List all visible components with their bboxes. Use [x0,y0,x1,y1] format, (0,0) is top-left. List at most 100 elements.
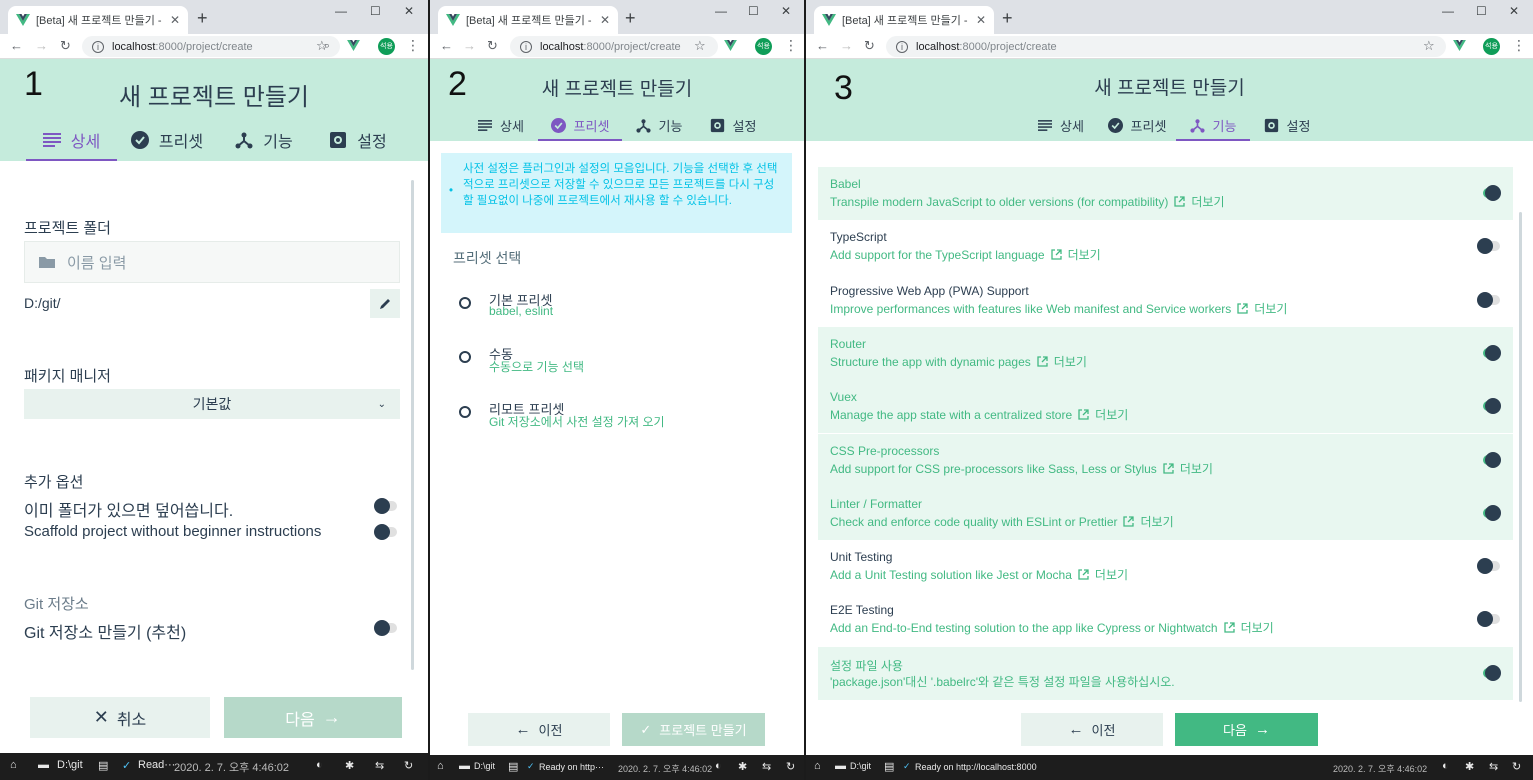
vue-devtools-icon[interactable] [1453,40,1466,51]
feature-row[interactable]: 설정 파일 사용'package.json'대신 '.babelrc'와 같은 … [818,646,1513,700]
back-icon[interactable]: ← [816,38,829,53]
menu-kebab-icon[interactable]: ⋮ [1512,37,1526,54]
translate-icon[interactable]: ⇆ [762,760,771,773]
folder-icon[interactable]: ▬ [835,760,846,772]
bug-icon[interactable]: ✱ [345,759,354,772]
close-window-icon[interactable]: ✕ [1509,4,1519,18]
close-window-icon[interactable]: ✕ [781,4,791,18]
package-manager-select[interactable]: 기본값 ⌄ [24,389,400,419]
new-tab-icon[interactable]: + [197,8,208,29]
preset-option-default[interactable]: 기본 프리셋 babel, eslint [453,284,783,324]
feature-toggle[interactable] [1477,238,1501,255]
url-field[interactable]: i localhost:8000/project/create ⌕ [82,36,340,57]
folder-icon[interactable]: ▬ [459,760,470,772]
terminal-icon[interactable]: ▤ [98,759,108,772]
radio[interactable] [459,406,471,418]
server-status[interactable]: Ready on http://localhost:8000 [915,762,1037,772]
feature-row[interactable]: Progressive Web App (PWA) Support Improve… [818,274,1513,327]
bookmark-star-icon[interactable]: ☆ [694,38,706,54]
tab-features[interactable]: 기능 [1176,109,1250,141]
more-link[interactable]: 더보기 [1095,408,1128,422]
more-link[interactable]: 더보기 [1140,515,1173,529]
forward-icon[interactable]: → [35,38,48,53]
reload-icon[interactable]: ↻ [864,38,875,54]
more-link[interactable]: 더보기 [1254,302,1287,316]
bug-icon[interactable]: ✱ [738,760,747,773]
refresh-icon[interactable]: ↻ [786,760,795,773]
feature-row[interactable]: Linter / Formatter Check and enforce code… [818,486,1513,540]
scrollbar[interactable] [1519,212,1522,702]
minimize-icon[interactable]: — [335,4,347,18]
more-link[interactable]: 더보기 [1191,195,1224,209]
cwd[interactable]: D:\git [850,761,871,771]
terminal-icon[interactable]: ▤ [884,760,894,773]
minimize-icon[interactable]: — [715,4,727,18]
url-field[interactable]: i localhost:8000/project/create [510,36,718,57]
avatar[interactable]: 석용 [1483,38,1500,55]
home-icon[interactable]: ⌂ [10,759,17,771]
radio[interactable] [459,297,471,309]
close-tab-icon[interactable]: ✕ [976,13,986,27]
feature-toggle[interactable] [1477,185,1501,201]
close-tab-icon[interactable]: ✕ [170,13,180,27]
vue-devtools-icon[interactable] [724,40,737,51]
maximize-icon[interactable]: ☐ [1476,4,1487,18]
close-window-icon[interactable]: ✕ [404,4,414,18]
url-field[interactable]: i localhost:8000/project/create [886,36,1446,57]
folder-name-input[interactable]: 이름 입력 [24,241,400,283]
tab-features[interactable]: 기능 [217,119,311,161]
feature-toggle[interactable] [1477,451,1501,468]
translate-icon[interactable]: ⇆ [375,759,384,772]
feature-toggle[interactable] [1477,664,1501,681]
server-status[interactable]: Read··· [138,759,175,771]
scrollbar[interactable] [411,180,414,670]
more-link[interactable]: 더보기 [1068,248,1101,262]
radio[interactable] [459,351,471,363]
overwrite-toggle[interactable] [374,498,398,514]
dark-mode-icon[interactable]: ◐ [1442,760,1449,772]
menu-kebab-icon[interactable]: ⋮ [784,37,798,54]
feature-row[interactable]: Vuex Manage the app state with a centrali… [818,380,1513,434]
reload-icon[interactable]: ↻ [487,38,498,54]
tab-details[interactable]: 상세 [26,119,117,161]
feature-row[interactable]: Babel Transpile modern JavaScript to olde… [818,167,1513,220]
browser-tab[interactable]: [Beta] 새 프로젝트 만들기 - Vue ✕ [438,6,618,34]
more-link[interactable]: 더보기 [1241,621,1274,635]
git-init-toggle[interactable] [374,620,398,636]
preset-option-remote[interactable]: 리모트 프리셋 Git 저장소에서 사전 설정 가져 오기 [453,393,783,433]
avatar[interactable]: 석용 [378,38,395,55]
feature-row[interactable]: CSS Pre-processors Add support for CSS pr… [818,433,1513,487]
tab-settings[interactable]: 설정 [696,109,770,141]
feature-toggle[interactable] [1477,504,1501,521]
scaffold-toggle[interactable] [374,524,398,540]
forward-icon[interactable]: → [463,38,476,53]
previous-button[interactable]: ← 이전 [1021,713,1163,746]
feature-toggle[interactable] [1477,558,1501,575]
feature-row[interactable]: TypeScript Add support for the TypeScript… [818,220,1513,273]
menu-kebab-icon[interactable]: ⋮ [406,37,420,54]
dark-mode-icon[interactable]: ◐ [715,760,722,772]
bookmark-star-icon[interactable]: ☆ [1423,38,1435,54]
more-link[interactable]: 더보기 [1095,568,1128,582]
tab-presets[interactable]: 프리셋 [538,109,622,141]
reload-icon[interactable]: ↻ [60,38,71,54]
dark-mode-icon[interactable]: ◐ [316,759,323,771]
tab-settings[interactable]: 설정 [311,119,405,161]
next-button-disabled[interactable]: 다음 → [224,697,402,738]
bookmark-star-icon[interactable]: ☆ [316,38,328,54]
home-icon[interactable]: ⌂ [814,760,821,772]
edit-path-button[interactable] [370,289,400,318]
tab-settings[interactable]: 설정 [1250,109,1324,141]
refresh-icon[interactable]: ↻ [1512,760,1521,773]
tab-details[interactable]: 상세 [1024,109,1098,141]
tab-presets[interactable]: 프리셋 [1098,109,1176,141]
folder-icon[interactable]: ▬ [38,759,49,771]
bug-icon[interactable]: ✱ [1465,760,1474,773]
terminal-icon[interactable]: ▤ [508,760,518,773]
back-icon[interactable]: ← [10,38,23,53]
translate-icon[interactable]: ⇆ [1489,760,1498,773]
more-link[interactable]: 더보기 [1180,462,1213,476]
maximize-icon[interactable]: ☐ [748,4,759,18]
vue-devtools-icon[interactable] [347,40,360,51]
server-status[interactable]: Ready on http··· [539,762,604,772]
